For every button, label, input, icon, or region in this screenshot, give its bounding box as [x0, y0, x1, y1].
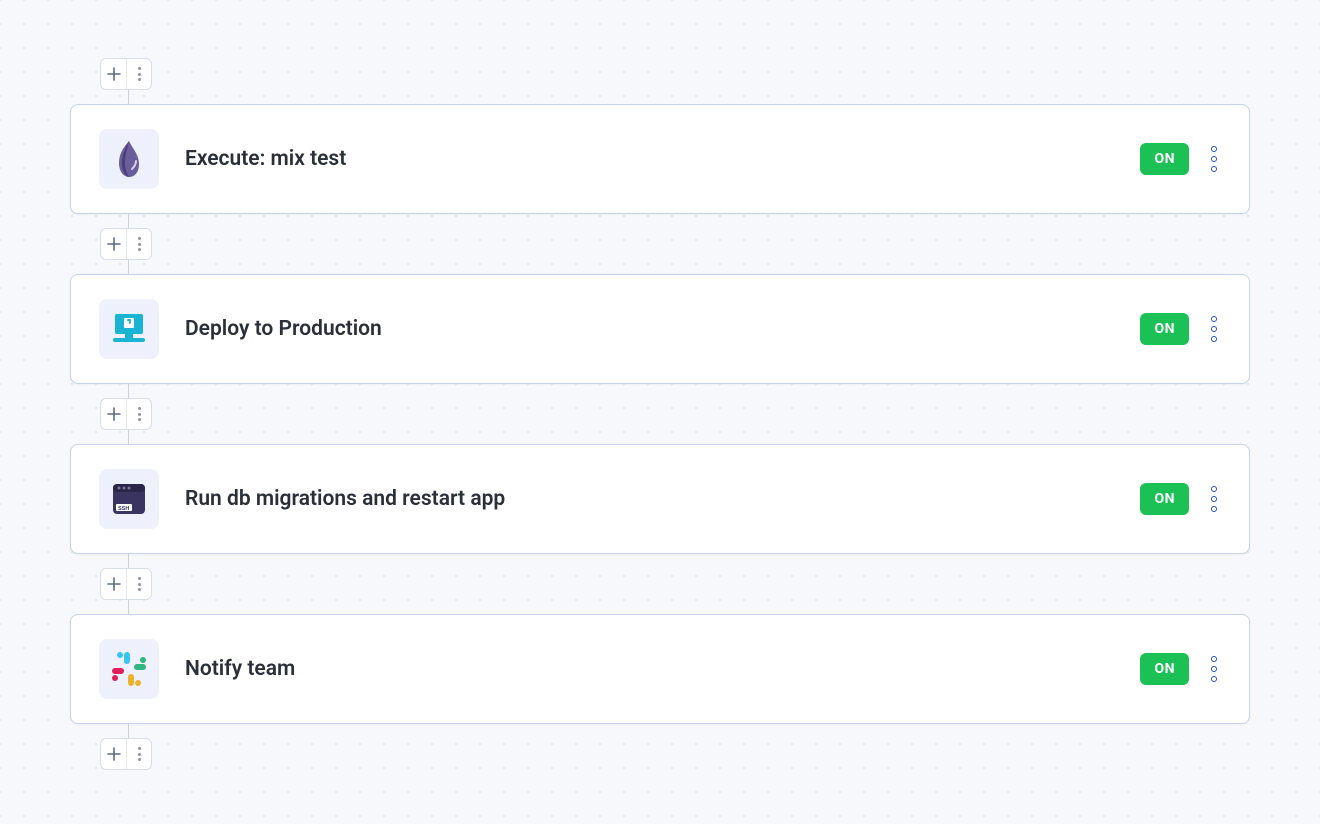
menu-dot-icon — [1211, 676, 1217, 682]
menu-dot-icon — [1211, 506, 1217, 512]
add-step-row — [100, 228, 1250, 260]
plus-icon — [107, 577, 121, 591]
menu-dot-icon — [1211, 156, 1217, 162]
add-step-row — [100, 738, 1250, 770]
add-step-button-group — [100, 738, 152, 770]
add-step-row — [100, 568, 1250, 600]
menu-dot-icon — [1211, 336, 1217, 342]
menu-dot-icon — [1211, 326, 1217, 332]
more-vertical-icon — [138, 237, 141, 251]
menu-dot-icon — [1211, 146, 1217, 152]
step-icon-container — [99, 129, 159, 189]
step-menu-button[interactable] — [1207, 482, 1221, 516]
add-step-button[interactable] — [101, 59, 127, 89]
add-step-more-button[interactable] — [127, 569, 151, 599]
more-vertical-icon — [138, 577, 141, 591]
add-step-more-button[interactable] — [127, 399, 151, 429]
step-title: Deploy to Production — [185, 317, 1140, 341]
add-step-button-group — [100, 58, 152, 90]
step-toggle[interactable]: ON — [1140, 143, 1189, 175]
plus-icon — [107, 67, 121, 81]
step-icon-container — [99, 299, 159, 359]
step-toggle[interactable]: ON — [1140, 653, 1189, 685]
menu-dot-icon — [1211, 166, 1217, 172]
plus-icon — [107, 747, 121, 761]
pipeline-container: Execute: mix test ON — [0, 0, 1320, 824]
menu-dot-icon — [1211, 666, 1217, 672]
svg-text:SSH: SSH — [118, 506, 129, 512]
step-menu-button[interactable] — [1207, 142, 1221, 176]
plus-icon — [107, 237, 121, 251]
add-step-row — [100, 398, 1250, 430]
step-menu-button[interactable] — [1207, 312, 1221, 346]
step-toggle[interactable]: ON — [1140, 483, 1189, 515]
step-toggle[interactable]: ON — [1140, 313, 1189, 345]
pipeline-step-card[interactable]: Execute: mix test ON — [70, 104, 1250, 214]
menu-dot-icon — [1211, 486, 1217, 492]
step-title: Execute: mix test — [185, 147, 1140, 171]
slack-icon — [110, 650, 148, 688]
ssh-terminal-icon: SSH — [109, 480, 149, 518]
more-vertical-icon — [138, 67, 141, 81]
add-step-button[interactable] — [101, 399, 127, 429]
add-step-button-group — [100, 568, 152, 600]
add-step-button[interactable] — [101, 569, 127, 599]
add-step-button-group — [100, 398, 152, 430]
more-vertical-icon — [138, 747, 141, 761]
deploy-icon — [109, 310, 149, 348]
add-step-row — [100, 58, 1250, 90]
plus-icon — [107, 407, 121, 421]
step-menu-button[interactable] — [1207, 652, 1221, 686]
step-title: Run db migrations and restart app — [185, 487, 1140, 511]
step-title: Notify team — [185, 657, 1140, 681]
add-step-button[interactable] — [101, 739, 127, 769]
menu-dot-icon — [1211, 316, 1217, 322]
add-step-button-group — [100, 228, 152, 260]
more-vertical-icon — [138, 407, 141, 421]
add-step-more-button[interactable] — [127, 739, 151, 769]
step-icon-container: SSH — [99, 469, 159, 529]
pipeline-step-card[interactable]: Notify team ON — [70, 614, 1250, 724]
pipeline-step-card[interactable]: Deploy to Production ON — [70, 274, 1250, 384]
menu-dot-icon — [1211, 496, 1217, 502]
add-step-button[interactable] — [101, 229, 127, 259]
pipeline-step-card[interactable]: SSH Run db migrations and restart app ON — [70, 444, 1250, 554]
step-icon-container — [99, 639, 159, 699]
menu-dot-icon — [1211, 656, 1217, 662]
elixir-icon — [112, 139, 146, 179]
add-step-more-button[interactable] — [127, 229, 151, 259]
add-step-more-button[interactable] — [127, 59, 151, 89]
